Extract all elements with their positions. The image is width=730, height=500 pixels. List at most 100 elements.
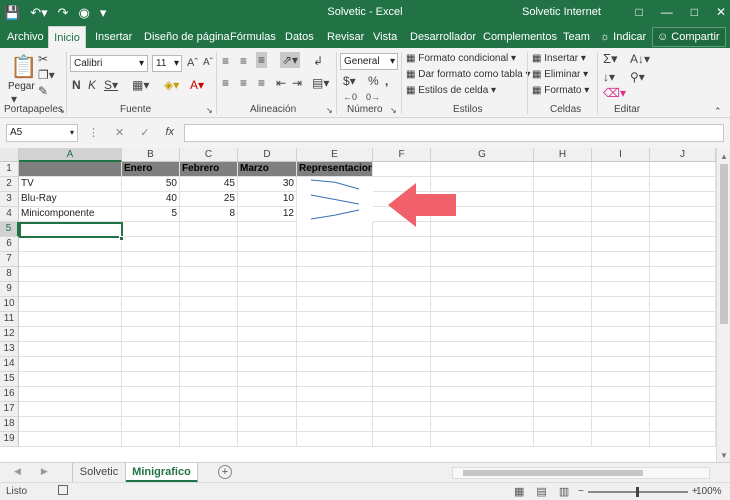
tab-revisar[interactable]: Revisar: [325, 26, 366, 48]
grid-cell[interactable]: [238, 342, 297, 357]
grid-cell[interactable]: [431, 267, 534, 282]
row-header[interactable]: 8: [0, 267, 19, 282]
grid-cell[interactable]: [180, 312, 238, 327]
grid-cell[interactable]: [238, 372, 297, 387]
grid-cell[interactable]: [650, 177, 716, 192]
grid-cell[interactable]: [297, 417, 373, 432]
grid-cell[interactable]: [19, 252, 122, 267]
grid-cell[interactable]: [650, 432, 716, 447]
table-cell[interactable]: 45: [180, 177, 238, 192]
grid-cell[interactable]: [534, 162, 592, 177]
grid-cell[interactable]: [431, 372, 534, 387]
paste-icon[interactable]: 📋: [10, 54, 37, 80]
grid-cell[interactable]: [297, 282, 373, 297]
row-header[interactable]: 9: [0, 282, 19, 297]
row-header[interactable]: 13: [0, 342, 19, 357]
grid-cell[interactable]: [534, 327, 592, 342]
column-header-a[interactable]: A: [19, 148, 122, 162]
grid-cell[interactable]: [180, 267, 238, 282]
grid-cell[interactable]: [238, 297, 297, 312]
grid-cell[interactable]: [592, 312, 650, 327]
grid-cell[interactable]: [297, 252, 373, 267]
grid-cell[interactable]: [297, 357, 373, 372]
prev-sheet-icon[interactable]: ◀: [14, 466, 21, 477]
grid-cell[interactable]: [592, 417, 650, 432]
next-sheet-icon[interactable]: ▶: [41, 466, 48, 477]
grow-font-icon[interactable]: Aˆ: [187, 56, 198, 70]
row-header[interactable]: 3: [0, 192, 19, 207]
grid-cell[interactable]: [592, 342, 650, 357]
grid-cell[interactable]: [373, 357, 431, 372]
tab-diseno[interactable]: Diseño de página: [142, 26, 232, 48]
table-header-cell[interactable]: Febrero: [180, 162, 238, 177]
grid-cell[interactable]: [180, 327, 238, 342]
grid-cell[interactable]: [650, 327, 716, 342]
tab-formulas[interactable]: Fórmulas: [228, 26, 278, 48]
worksheet-grid[interactable]: A B C D E F G H I J 1 2 3 4 5 6 7 8 9 10…: [0, 148, 716, 450]
grid-cell[interactable]: [122, 342, 180, 357]
grid-cell[interactable]: [238, 327, 297, 342]
grid-cell[interactable]: [592, 192, 650, 207]
grid-cell[interactable]: [431, 327, 534, 342]
grid-cell[interactable]: [650, 342, 716, 357]
grid-cell[interactable]: [431, 417, 534, 432]
grid-cell[interactable]: [650, 312, 716, 327]
grid-cell[interactable]: [180, 297, 238, 312]
grid-cell[interactable]: [431, 357, 534, 372]
grid-cell[interactable]: [431, 312, 534, 327]
grid-cell[interactable]: [180, 342, 238, 357]
grid-cell[interactable]: [592, 237, 650, 252]
row-header[interactable]: 16: [0, 387, 19, 402]
scroll-thumb[interactable]: [463, 470, 643, 476]
align-bottom-icon[interactable]: ≡: [256, 52, 268, 68]
grid-cell[interactable]: [373, 267, 431, 282]
table-cell[interactable]: 8: [180, 207, 238, 222]
grid-cell[interactable]: [373, 387, 431, 402]
grid-cell[interactable]: [122, 417, 180, 432]
grid-cell[interactable]: [122, 357, 180, 372]
grid-cell[interactable]: [431, 432, 534, 447]
page-break-view-icon[interactable]: ▥: [559, 485, 569, 498]
format-as-table-button[interactable]: ▦ Dar formato como tabla ▾: [406, 68, 531, 82]
grid-cell[interactable]: [180, 372, 238, 387]
grid-cell[interactable]: [19, 282, 122, 297]
grid-cell[interactable]: [297, 237, 373, 252]
grid-cell[interactable]: [297, 327, 373, 342]
grid-cell[interactable]: [297, 312, 373, 327]
table-cell[interactable]: 40: [122, 192, 180, 207]
column-header-i[interactable]: I: [592, 148, 650, 162]
grid-cell[interactable]: [19, 387, 122, 402]
grid-cell[interactable]: [19, 402, 122, 417]
grid-cell[interactable]: [534, 252, 592, 267]
table-header-cell[interactable]: Marzo: [238, 162, 297, 177]
grid-cell[interactable]: [122, 402, 180, 417]
table-cell[interactable]: 5: [122, 207, 180, 222]
grid-cell[interactable]: [534, 402, 592, 417]
grid-cell[interactable]: [19, 312, 122, 327]
grid-cell[interactable]: [19, 372, 122, 387]
scroll-thumb[interactable]: [720, 164, 728, 324]
grid-cell[interactable]: [534, 237, 592, 252]
column-header-f[interactable]: F: [373, 148, 431, 162]
copy-icon[interactable]: ❐▾: [38, 68, 55, 82]
row-header[interactable]: 7: [0, 252, 19, 267]
grid-cell[interactable]: [122, 237, 180, 252]
align-left-icon[interactable]: ≡: [222, 76, 229, 90]
grid-cell[interactable]: [534, 342, 592, 357]
grid-cell[interactable]: [238, 252, 297, 267]
grid-cell[interactable]: [650, 252, 716, 267]
find-select-icon[interactable]: ⚲▾: [630, 70, 645, 84]
table-cell[interactable]: 25: [180, 192, 238, 207]
grid-cell[interactable]: [650, 282, 716, 297]
grid-cell[interactable]: [431, 342, 534, 357]
grid-cell[interactable]: [534, 207, 592, 222]
underline-icon[interactable]: S▾: [104, 78, 118, 92]
grid-cell[interactable]: [180, 222, 238, 237]
zoom-out-icon[interactable]: −: [578, 486, 584, 497]
bold-icon[interactable]: N: [72, 78, 81, 92]
format-cells-button[interactable]: ▦ Formato ▾: [532, 84, 589, 98]
grid-cell[interactable]: [180, 357, 238, 372]
add-sheet-icon[interactable]: +: [218, 465, 232, 479]
grid-cell[interactable]: [650, 162, 716, 177]
grid-cell[interactable]: [373, 417, 431, 432]
